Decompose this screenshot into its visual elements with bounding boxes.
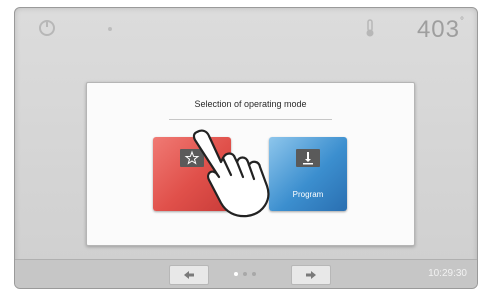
program-icon: [296, 149, 320, 167]
next-button[interactable]: [291, 265, 331, 285]
bottom-bar: 10:29:30: [15, 259, 477, 288]
arrow-right-icon: [306, 271, 316, 279]
page-indicator: [234, 272, 262, 278]
device-frame: 403° Selection of operating mode Program…: [0, 0, 487, 289]
temperature-readout: 403°: [417, 16, 465, 44]
temperature-unit: °: [460, 16, 465, 27]
arrow-left-icon: [184, 271, 194, 279]
previous-button[interactable]: [169, 265, 209, 285]
top-bar: 403°: [15, 8, 477, 52]
page-dot: [243, 272, 247, 276]
power-icon[interactable]: [37, 18, 57, 38]
hand-pointer-icon: [192, 129, 270, 218]
dialog-divider: [169, 119, 332, 120]
dot-icon: [108, 27, 112, 31]
temperature-value: 403: [416, 16, 460, 43]
program-mode-label: Program: [292, 190, 324, 199]
clock: 10:29:30: [428, 268, 467, 279]
page-dot: [252, 272, 256, 276]
thermometer-icon: [366, 19, 374, 37]
page-dot-active: [234, 272, 238, 276]
program-mode-button[interactable]: Program: [269, 137, 347, 211]
touch-screen: 403° Selection of operating mode Program…: [14, 7, 478, 289]
dialog-title: Selection of operating mode: [194, 99, 307, 109]
